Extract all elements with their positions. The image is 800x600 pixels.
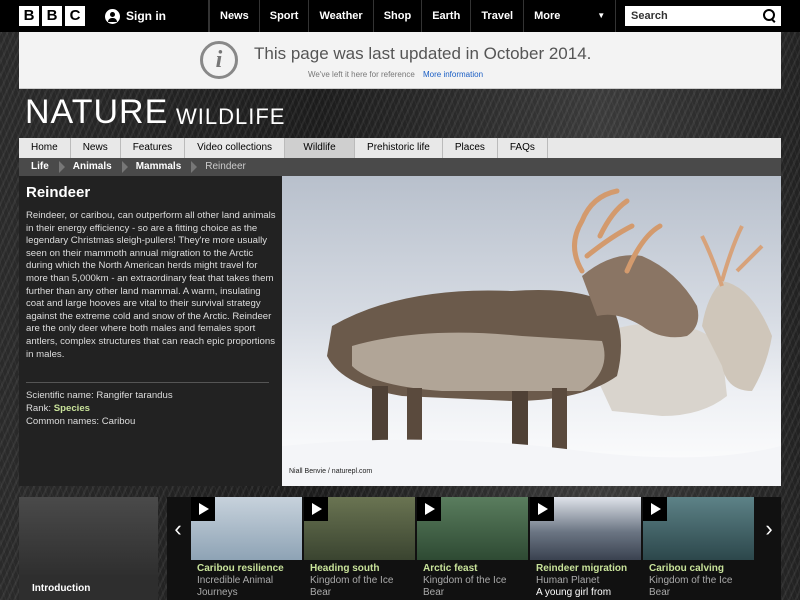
- animal-description: Reindeer, or caribou, can outperform all…: [26, 210, 276, 360]
- reindeer-photo: Niall Benvie / naturepl.com: [282, 176, 781, 486]
- info-panel: Reindeer Reindeer, or caribou, can outpe…: [19, 176, 282, 486]
- common-names-label: Common names:: [26, 416, 100, 427]
- logo-letter: B: [19, 6, 39, 26]
- subnav-item-video-collections[interactable]: Video collections: [185, 138, 286, 158]
- play-icon[interactable]: [643, 497, 667, 521]
- breadcrumb-life[interactable]: Life: [19, 158, 65, 176]
- subnav-item-features[interactable]: Features: [121, 138, 186, 158]
- search-input[interactable]: [625, 10, 755, 22]
- rank: Rank: Species: [26, 403, 90, 414]
- nav-item-news[interactable]: News: [209, 0, 260, 32]
- clip-subtitle-line-2: A young girl from: [536, 587, 612, 598]
- breadcrumb: Life Animals Mammals Reindeer: [19, 158, 781, 176]
- page-title: Reindeer: [26, 184, 91, 201]
- subnav-item-prehistoric-life[interactable]: Prehistoric life: [355, 138, 443, 158]
- chevron-right-icon[interactable]: ›: [762, 517, 776, 541]
- play-icon[interactable]: [304, 497, 328, 521]
- nav-more-button[interactable]: More ▼: [524, 0, 617, 32]
- section-nav: Home News Features Video collections Wil…: [19, 138, 781, 158]
- common-names: Common names: Caribou: [26, 416, 135, 427]
- logo-letter: B: [42, 6, 62, 26]
- front-reindeer-belly: [352, 332, 605, 391]
- clip-title: Arctic feast: [423, 563, 478, 574]
- notice-banner: i This page was last updated in October …: [19, 32, 781, 89]
- introduction-thumbnail: [19, 497, 158, 575]
- nav-item-travel[interactable]: Travel: [471, 0, 525, 32]
- clip-subtitle-line: Human Planet: [536, 575, 600, 586]
- scientific-name-value: Rangifer tarandus: [96, 390, 173, 401]
- clip-subtitle: Incredible Animal Journeys: [197, 575, 274, 598]
- introduction-label: Introduction: [32, 583, 91, 594]
- rank-label: Rank:: [26, 403, 52, 414]
- clip-subtitle: Kingdom of the Ice Bear: [423, 575, 507, 598]
- info-icon: i: [200, 41, 238, 79]
- clip-caribou-resilience[interactable]: Caribou resilience Incredible Animal Jou…: [191, 497, 302, 600]
- main-nav: News Sport Weather Shop Earth Travel Mor…: [209, 0, 617, 32]
- scientific-name-label: Scientific name:: [26, 390, 94, 401]
- scientific-name: Scientific name: Rangifer tarandus: [26, 390, 173, 401]
- clip-caribou-calving[interactable]: Caribou calving Kingdom of the Ice Bear: [643, 497, 754, 600]
- notice-subtitle: We've left it here for reference More in…: [308, 70, 483, 79]
- clip-title: Caribou resilience: [197, 563, 284, 574]
- clip-heading-south[interactable]: Heading south Kingdom of the Ice Bear: [304, 497, 415, 600]
- bbc-logo[interactable]: B B C: [19, 6, 85, 26]
- search-box: [625, 6, 781, 26]
- signin-label: Sign in: [126, 9, 166, 23]
- notice-title: This page was last updated in October 20…: [254, 44, 592, 63]
- subnav-item-wildlife[interactable]: Wildlife: [285, 138, 356, 158]
- clip-subtitle: Human Planet A young girl from: [536, 575, 640, 599]
- clip-arctic-feast[interactable]: Arctic feast Kingdom of the Ice Bear: [417, 497, 528, 600]
- play-icon[interactable]: [417, 497, 441, 521]
- clip-title: Heading south: [310, 563, 380, 574]
- breadcrumb-mammals[interactable]: Mammals: [124, 158, 197, 176]
- nav-item-weather[interactable]: Weather: [309, 0, 374, 32]
- top-bar: B B C Sign in News Sport Weather Shop Ea…: [0, 0, 800, 32]
- signin-button[interactable]: Sign in: [105, 0, 209, 32]
- subnav-item-faqs[interactable]: FAQs: [498, 138, 548, 158]
- nav-item-sport[interactable]: Sport: [260, 0, 310, 32]
- introduction-tile[interactable]: Introduction: [19, 497, 158, 600]
- more-information-link[interactable]: More information: [423, 70, 483, 79]
- notice-subtitle-text: We've left it here for reference: [308, 70, 415, 79]
- clip-title: Reindeer migration: [536, 563, 628, 574]
- clip-reindeer-migration[interactable]: Reindeer migration Human Planet A young …: [530, 497, 641, 600]
- site-title[interactable]: NATURE: [25, 93, 168, 132]
- play-icon[interactable]: [191, 497, 215, 521]
- common-names-value: Caribou: [101, 416, 136, 427]
- snow-ground: [282, 439, 781, 486]
- clip-subtitle: Kingdom of the Ice Bear: [310, 575, 394, 598]
- back-reindeer-antlers: [700, 225, 764, 287]
- subnav-item-home[interactable]: Home: [19, 138, 71, 158]
- nav-item-earth[interactable]: Earth: [422, 0, 472, 32]
- user-icon: [105, 8, 120, 24]
- breadcrumb-current: Reindeer: [205, 161, 246, 172]
- caret-down-icon: ▼: [597, 11, 606, 20]
- rank-link[interactable]: Species: [54, 403, 90, 414]
- clip-subtitle: Kingdom of the Ice Bear: [649, 575, 733, 598]
- logo-letter: C: [65, 6, 85, 26]
- divider: [26, 382, 269, 383]
- site-subtitle[interactable]: WILDLIFE: [176, 104, 285, 130]
- video-carousel: ‹ Caribou resilience Incredible Animal J…: [167, 497, 781, 600]
- chevron-left-icon[interactable]: ‹: [171, 517, 185, 541]
- subnav-item-news[interactable]: News: [71, 138, 121, 158]
- photo-credit: Niall Benvie / naturepl.com: [289, 468, 373, 475]
- breadcrumb-animals[interactable]: Animals: [61, 158, 128, 176]
- more-label: More: [534, 10, 561, 22]
- search-icon[interactable]: [763, 9, 777, 23]
- reindeer-illustration: [282, 188, 781, 486]
- subnav-item-places[interactable]: Places: [443, 138, 498, 158]
- nav-item-shop[interactable]: Shop: [374, 0, 423, 32]
- clip-title: Caribou calving: [649, 563, 725, 574]
- play-icon[interactable]: [530, 497, 554, 521]
